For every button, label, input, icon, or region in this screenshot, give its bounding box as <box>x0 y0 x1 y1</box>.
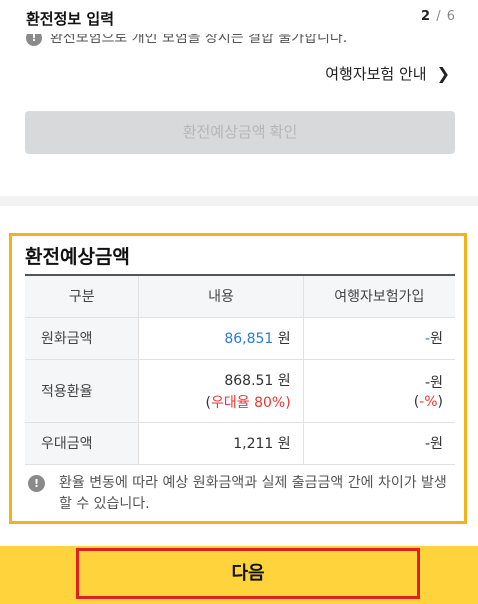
row-label: 원화금액 <box>25 317 139 360</box>
preferential-rate-value: 우대율 80 <box>211 394 272 411</box>
discount-value: 1,211 <box>233 436 274 452</box>
col-header-insurance: 여행자보험가입 <box>302 274 455 318</box>
confirm-estimate-button[interactable]: 환전예상금액 확인 <box>25 111 455 154</box>
rate-notice-text: 환율 변동에 따라 예상 원화금액과 실제 출금금액 간에 차이가 발생할 수 … <box>59 475 447 512</box>
percent: %) <box>271 394 291 411</box>
rate-cell: 868.51 원 (우대율 80%) <box>138 359 304 423</box>
col-header-content: 내용 <box>138 274 304 318</box>
krw-amount-cell: 86,851 원 <box>138 317 304 360</box>
info-icon: ! <box>28 475 45 492</box>
rate-notice: ! 환율 변동에 따라 예상 원화금액과 실제 출금금액 간에 차이가 발생할 … <box>28 473 458 515</box>
table-row: 우대금액 1,211 원 -원 <box>25 422 455 465</box>
unit: 원 <box>430 374 443 391</box>
table-row: 적용환율 868.51 원 (우대율 80%) -원 (-%) <box>25 359 455 423</box>
chevron-right-icon: ❯ <box>436 64 450 83</box>
col-header-type: 구분 <box>25 274 139 318</box>
discount-cell: 1,211 원 <box>138 422 304 465</box>
krw-amount-value: 86,851 <box>224 331 274 347</box>
bottom-bar: 다음 <box>0 546 478 604</box>
unit: 원 <box>273 331 291 347</box>
page-title: 환전정보 입력 <box>26 10 115 28</box>
step-indicator: 2 / 6 <box>421 9 456 24</box>
insurance-cell: -원 <box>302 317 455 360</box>
row-label: 우대금액 <box>25 422 139 465</box>
rate-value: 868.51 <box>224 372 274 389</box>
row-label: 적용환율 <box>25 359 139 423</box>
estimate-table: 구분 내용 여행자보험가입 원화금액 86,851 원 -원 적용환율 868.… <box>25 274 455 465</box>
insurance-cell: -원 <box>302 422 455 465</box>
insurance-guide-label: 여행자보험 안내 <box>325 65 427 83</box>
preferential-rate: (우대율 80%) <box>139 392 291 412</box>
estimate-result-box: 환전예상금액 구분 내용 여행자보험가입 원화금액 86,851 원 -원 적용… <box>9 233 467 524</box>
unit: 원 <box>273 372 291 389</box>
unit: 원 <box>273 436 291 452</box>
step-separator: / <box>431 9 447 24</box>
table-row: 원화금액 86,851 원 -원 <box>25 317 455 360</box>
step-total: 6 <box>446 9 456 24</box>
unit: 원 <box>430 331 443 347</box>
unit: 원 <box>430 436 443 452</box>
next-button[interactable]: 다음 <box>76 548 420 599</box>
insurance-rate: (-%) <box>304 394 443 410</box>
page-header: 환전정보 입력 2 / 6 <box>0 0 478 34</box>
result-title: 환전예상금액 <box>25 246 130 268</box>
insurance-guide-link[interactable]: 여행자보험 안내 ❯ <box>325 63 450 84</box>
insurance-rate-value: -% <box>419 393 438 410</box>
result-section: 환전예상금액 구분 내용 여행자보험가입 원화금액 86,851 원 -원 적용… <box>0 206 478 546</box>
step-current: 2 <box>421 9 432 24</box>
insurance-cell: -원 (-%) <box>302 359 455 423</box>
table-header-row: 구분 내용 여행자보험가입 <box>25 274 455 318</box>
paren-close: ) <box>437 393 443 410</box>
